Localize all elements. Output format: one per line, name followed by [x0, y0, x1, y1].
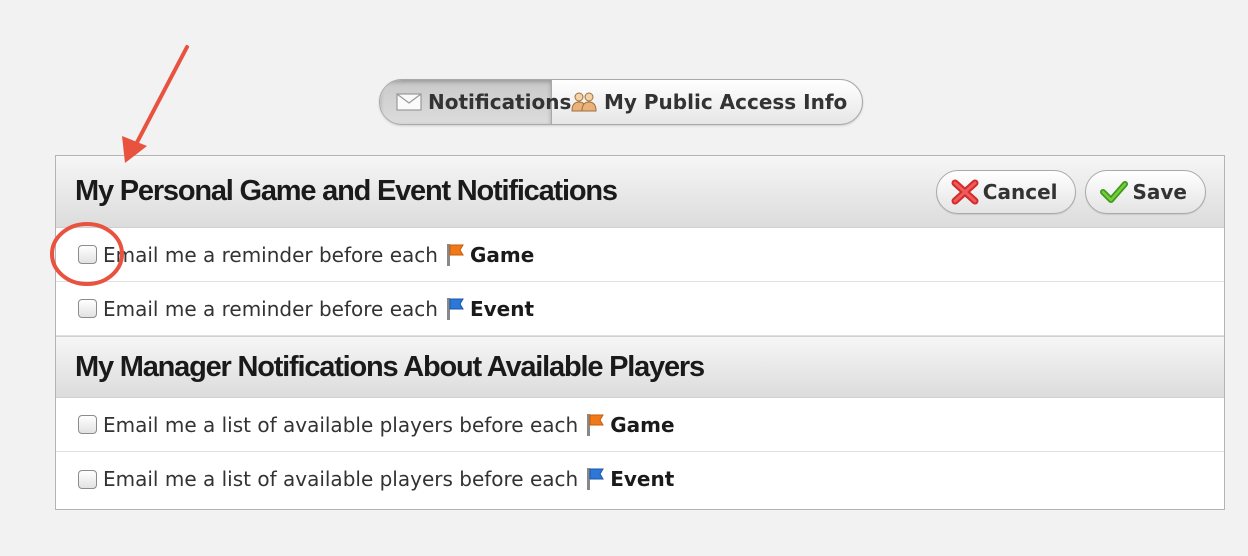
row-kind: Game [610, 412, 675, 437]
section-header-manager: My Manager Notifications About Available… [56, 336, 1224, 398]
tab-public-access-info[interactable]: My Public Access Info [552, 80, 862, 124]
blue-flag-icon [585, 467, 605, 491]
row-kind: Event [469, 296, 535, 321]
game-players-checkbox[interactable] [78, 415, 97, 434]
row-text: Email me a list of available players bef… [103, 412, 579, 437]
save-label: Save [1132, 179, 1187, 204]
row-kind: Event [610, 467, 675, 491]
row-text: Email me a reminder before each [103, 242, 438, 267]
red-x-icon [951, 179, 979, 205]
game-reminder-checkbox[interactable] [78, 245, 97, 264]
people-icon [570, 91, 598, 113]
row-kind: Game [469, 242, 535, 267]
checkmark-icon [1100, 180, 1129, 204]
orange-flag-icon [445, 243, 465, 267]
notifications-panel: My Personal Game and Event Notifications… [55, 155, 1225, 510]
event-reminder-checkbox[interactable] [78, 299, 97, 318]
notification-row-game-reminder: Email me a reminder before each Game [56, 228, 1224, 282]
section-header-personal: My Personal Game and Event Notifications… [56, 156, 1224, 228]
event-players-checkbox[interactable] [78, 469, 97, 489]
notification-row-event-players: Email me a list of available players bef… [56, 452, 1224, 506]
orange-flag-icon [585, 413, 605, 437]
save-button[interactable]: Save [1085, 169, 1206, 214]
tab-label: Notifications [428, 90, 572, 114]
cancel-label: Cancel [982, 179, 1058, 204]
row-text: Email me a list of available players bef… [103, 467, 579, 491]
row-text: Email me a reminder before each [103, 296, 438, 321]
envelope-icon [396, 93, 422, 111]
tab-bar: Notifications My Public Access Info [379, 79, 863, 125]
section-title: My Manager Notifications About Available… [75, 350, 705, 383]
section-title: My Personal Game and Event Notifications [75, 175, 618, 207]
tab-label: My Public Access Info [604, 90, 848, 114]
notification-row-event-reminder: Email me a reminder before each Event [56, 282, 1224, 336]
action-buttons: Cancel Save [935, 169, 1206, 214]
blue-flag-icon [445, 297, 465, 321]
cancel-button[interactable]: Cancel [935, 169, 1077, 214]
annotation-arrow [122, 45, 189, 163]
notification-row-game-players: Email me a list of available players bef… [56, 398, 1224, 452]
tab-notifications[interactable]: Notifications [380, 80, 571, 124]
